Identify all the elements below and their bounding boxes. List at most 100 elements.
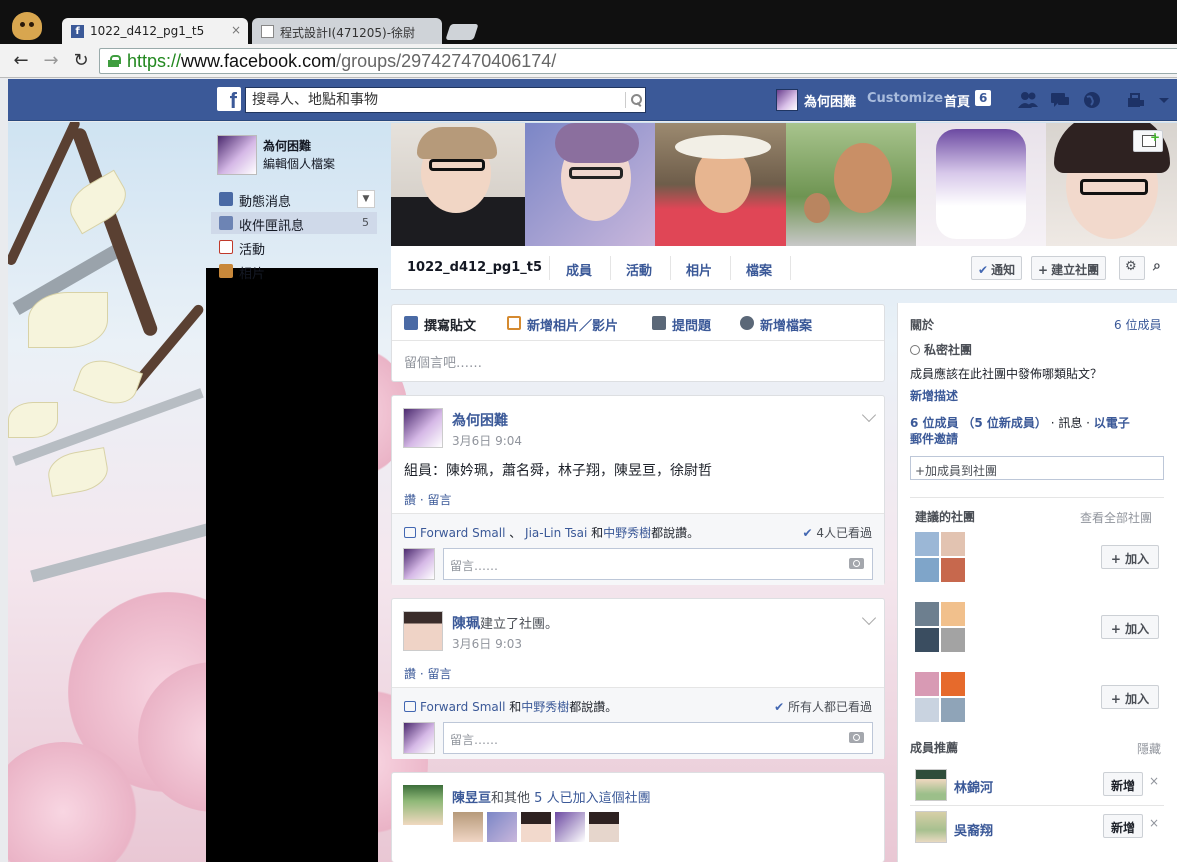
suggested-group-thumbs[interactable]: [915, 672, 965, 722]
person-avatar[interactable]: [915, 769, 947, 801]
search-field[interactable]: [245, 87, 646, 113]
members-count-link[interactable]: 5 人已加入這個社團: [530, 791, 650, 806]
add-description-link[interactable]: 新增描述: [910, 387, 958, 404]
group-name[interactable]: 1022_d412_pg1_t5: [407, 260, 542, 275]
member-thumb[interactable]: [588, 811, 620, 843]
sidebar-item-news-feed[interactable]: 動態消息 ▼: [211, 188, 377, 210]
tab-photos[interactable]: 相片: [686, 260, 712, 279]
facebook-favicon-icon: f: [71, 25, 84, 38]
member-thumb[interactable]: [452, 811, 484, 843]
composer-tab-add-photo[interactable]: 新增相片／影片: [507, 315, 618, 334]
join-group-button[interactable]: + 加入: [1101, 545, 1159, 569]
see-all-groups-link[interactable]: 查看全部社團: [1080, 509, 1152, 526]
profile-avatar[interactable]: [217, 135, 257, 175]
search-input[interactable]: [246, 88, 616, 112]
post-actions[interactable]: 讚 · 留言: [404, 491, 451, 508]
sidebar-item-photos[interactable]: 相片: [211, 260, 377, 282]
composer-tab-add-file[interactable]: 新增檔案: [740, 315, 812, 334]
dismiss-close-icon[interactable]: ×: [1149, 816, 1159, 830]
person-avatar[interactable]: [915, 811, 947, 843]
chevron-down-icon[interactable]: ▼: [357, 190, 375, 208]
post-author-link[interactable]: 為何困難: [452, 410, 508, 430]
person-name-link[interactable]: 吳裔翔: [954, 820, 993, 839]
member-thumb[interactable]: [486, 811, 518, 843]
new-members-link[interactable]: （5 位新成員）: [962, 416, 1047, 430]
add-member-button[interactable]: 新增: [1103, 772, 1143, 796]
liker-link[interactable]: Forward Small: [420, 700, 505, 714]
user-avatar[interactable]: [776, 89, 798, 111]
suggested-group-thumbs[interactable]: [915, 602, 965, 652]
member-link[interactable]: 陳昱亘: [452, 791, 491, 806]
members-link[interactable]: 6 位成員: [910, 416, 959, 430]
browser-tab-inactive[interactable]: 程式設計I(471205)-徐尉: [252, 18, 442, 44]
account-caret-icon[interactable]: [1154, 90, 1174, 110]
composer-tab-ask-question[interactable]: 提問題: [652, 315, 711, 334]
sidebar-item-messages[interactable]: 收件匣訊息 5: [211, 212, 377, 234]
liker-link[interactable]: Jia-Lin Tsai: [525, 526, 587, 540]
pencil-icon: [404, 316, 418, 330]
seen-by-count[interactable]: ✔ 4人已看過: [802, 524, 872, 541]
email-invite-link-cont[interactable]: 郵件邀請: [910, 430, 958, 447]
search-icon[interactable]: [625, 92, 642, 108]
liker-link[interactable]: 中野秀樹: [603, 526, 651, 540]
facebook-logo-icon[interactable]: f: [217, 87, 241, 113]
sidebar-item-events[interactable]: 活動: [211, 236, 377, 258]
join-group-button[interactable]: + 加入: [1101, 685, 1159, 709]
composer-tab-write-post[interactable]: 撰寫貼文: [404, 315, 476, 334]
home-link[interactable]: 首頁: [944, 91, 970, 110]
camera-icon[interactable]: [849, 732, 864, 743]
post-timestamp[interactable]: 3月6日 9:04: [452, 432, 522, 449]
post-timestamp[interactable]: 3月6日 9:03: [452, 635, 522, 652]
members-count-link[interactable]: 6 位成員: [1114, 316, 1161, 333]
post-author-avatar[interactable]: [403, 408, 443, 448]
messages-icon[interactable]: [1050, 90, 1070, 110]
settings-gear-icon[interactable]: ⚙: [1119, 256, 1145, 280]
customize-link[interactable]: Customize: [867, 91, 943, 106]
post-actions[interactable]: 讚 · 留言: [404, 665, 451, 682]
comment-input[interactable]: 留言……: [443, 722, 873, 754]
dismiss-close-icon[interactable]: ×: [1149, 774, 1159, 788]
back-button[interactable]: ←: [10, 50, 32, 72]
notifications-globe-icon[interactable]: [1082, 90, 1102, 110]
browser-profile-icon[interactable]: [12, 12, 42, 40]
hide-link[interactable]: 隱藏: [1137, 740, 1161, 757]
camera-icon[interactable]: [849, 558, 864, 569]
create-group-button[interactable]: + 建立社團: [1031, 256, 1107, 280]
tab-files[interactable]: 檔案: [746, 260, 772, 279]
seen-by-all[interactable]: ✔ 所有人都已看過: [774, 698, 872, 715]
add-member-input[interactable]: +加成員到社團: [910, 456, 1164, 480]
liker-link[interactable]: 中野秀樹: [521, 700, 569, 714]
friend-requests-icon[interactable]: [1018, 90, 1038, 110]
add-cover-photo-button[interactable]: [1133, 130, 1163, 152]
post-options-chevron-icon[interactable]: [861, 407, 877, 423]
composer-input[interactable]: 留個言吧……: [404, 352, 482, 371]
browser-tab-active[interactable]: f 1022_d412_pg1_t5 ×: [62, 18, 248, 44]
forward-button[interactable]: →: [40, 50, 62, 72]
tab-events[interactable]: 活動: [626, 260, 652, 279]
privacy-icon[interactable]: [1126, 90, 1146, 110]
comment-input[interactable]: 留言……: [443, 548, 873, 580]
tab-close-icon[interactable]: ×: [231, 23, 241, 37]
group-cover-photo[interactable]: [391, 123, 1177, 246]
new-tab-button[interactable]: [445, 24, 479, 40]
join-group-button[interactable]: + 加入: [1101, 615, 1159, 639]
user-name-link[interactable]: 為何困難: [804, 91, 856, 110]
post-author-avatar[interactable]: [403, 611, 443, 651]
member-avatar[interactable]: [403, 785, 443, 825]
notifications-button[interactable]: ✔ 通知: [971, 256, 1023, 280]
add-member-button[interactable]: 新增: [1103, 814, 1143, 838]
post-options-chevron-icon[interactable]: [861, 610, 877, 626]
address-bar[interactable]: https://www.facebook.com/groups/29742747…: [99, 48, 1177, 74]
group-search-icon[interactable]: ⌕: [1153, 258, 1161, 274]
member-thumb[interactable]: [520, 811, 552, 843]
person-name-link[interactable]: 林錦河: [954, 777, 993, 796]
profile-name-link[interactable]: 為何困難: [263, 137, 311, 154]
liker-link[interactable]: Forward Small: [420, 526, 505, 540]
reload-button[interactable]: ↻: [70, 50, 92, 72]
email-invite-link[interactable]: 以電子: [1094, 416, 1130, 430]
suggested-group-thumbs[interactable]: [915, 532, 965, 582]
tab-members[interactable]: 成員: [566, 260, 592, 279]
edit-profile-link[interactable]: 編輯個人檔案: [263, 155, 335, 172]
member-thumb[interactable]: [554, 811, 586, 843]
post-author-link[interactable]: 陳珮建立了社團。: [452, 613, 558, 633]
